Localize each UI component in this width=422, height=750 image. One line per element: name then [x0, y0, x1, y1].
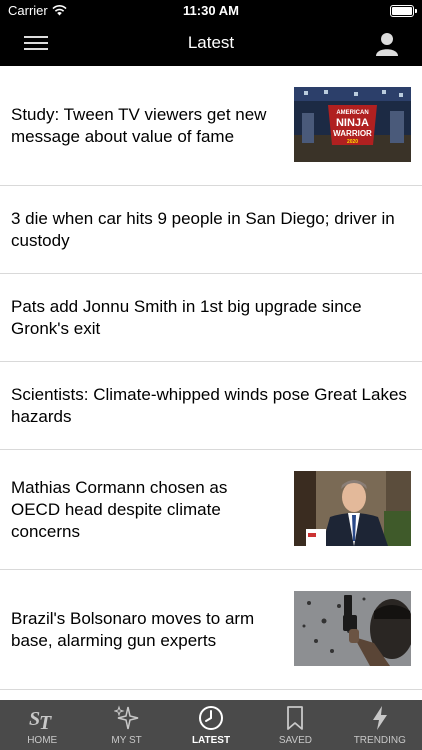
story-row[interactable]: 3 die when car hits 9 people in San Dieg…: [0, 186, 422, 274]
thumb-text-ninja: NINJA: [336, 117, 369, 129]
svg-text:T: T: [39, 712, 52, 731]
person-holding-handgun-image: [294, 591, 411, 666]
story-row[interactable]: Scientists: Climate-whipped winds pose G…: [0, 362, 422, 450]
story-headline: Scientists: Climate-whipped winds pose G…: [11, 385, 407, 426]
tab-label: MY ST: [111, 735, 142, 746]
tab-home[interactable]: S T HOME: [0, 700, 84, 750]
clock-icon: [199, 706, 224, 730]
tab-label: SAVED: [278, 735, 312, 746]
story-headline: Study: Tween TV viewers get new message …: [11, 105, 267, 146]
tab-trending[interactable]: TRENDING: [338, 700, 422, 750]
lightning-icon: [372, 706, 387, 730]
thumb-text-american: AMERICAN: [336, 110, 368, 116]
story-headline: Pats add Jonnu Smith in 1st big upgrade …: [11, 297, 362, 338]
sparkles-icon: [113, 705, 138, 730]
story-row[interactable]: Brazil's Bolsonaro moves to arm base, al…: [0, 570, 422, 690]
news-feed: Study: Tween TV viewers get new message …: [0, 66, 422, 700]
story-row[interactable]: Pats add Jonnu Smith in 1st big upgrade …: [0, 274, 422, 362]
clock-time: 11:30 AM: [183, 3, 239, 18]
bookmark-icon: [287, 706, 304, 730]
page-title: Latest: [187, 33, 235, 52]
bottom-tab-bar: S T HOME MY ST LATEST SAVED TRENDING: [0, 700, 422, 750]
tab-my-st[interactable]: MY ST: [84, 700, 168, 750]
tab-label: LATEST: [191, 735, 231, 746]
st-logo-icon: S T: [29, 708, 52, 731]
top-navigation-bar: Latest: [0, 22, 422, 66]
profile-icon[interactable]: [376, 32, 398, 56]
tab-saved[interactable]: SAVED: [253, 700, 337, 750]
story-row[interactable]: Study: Tween TV viewers get new message …: [0, 66, 422, 186]
story-headline: Brazil's Bolsonaro moves to arm base, al…: [11, 609, 255, 650]
thumb-text-warrior: WARRIOR: [333, 129, 372, 138]
tab-latest[interactable]: LATEST: [169, 700, 253, 750]
battery-icon: [390, 5, 417, 17]
tab-label: HOME: [27, 735, 58, 746]
man-in-suit-interview-image: [294, 471, 411, 546]
thumb-text-year: 2020: [347, 139, 358, 145]
story-headline: Mathias Cormann chosen as OECD head desp…: [11, 478, 228, 541]
status-bar: Carrier 11:30 AM: [0, 0, 422, 22]
ninja-warrior-stage-image: AMERICAN NINJA WARRIOR 2020: [294, 87, 411, 162]
story-row[interactable]: Mathias Cormann chosen as OECD head desp…: [0, 450, 422, 570]
story-headline: 3 die when car hits 9 people in San Dieg…: [11, 209, 395, 250]
tab-label: TRENDING: [353, 735, 406, 746]
